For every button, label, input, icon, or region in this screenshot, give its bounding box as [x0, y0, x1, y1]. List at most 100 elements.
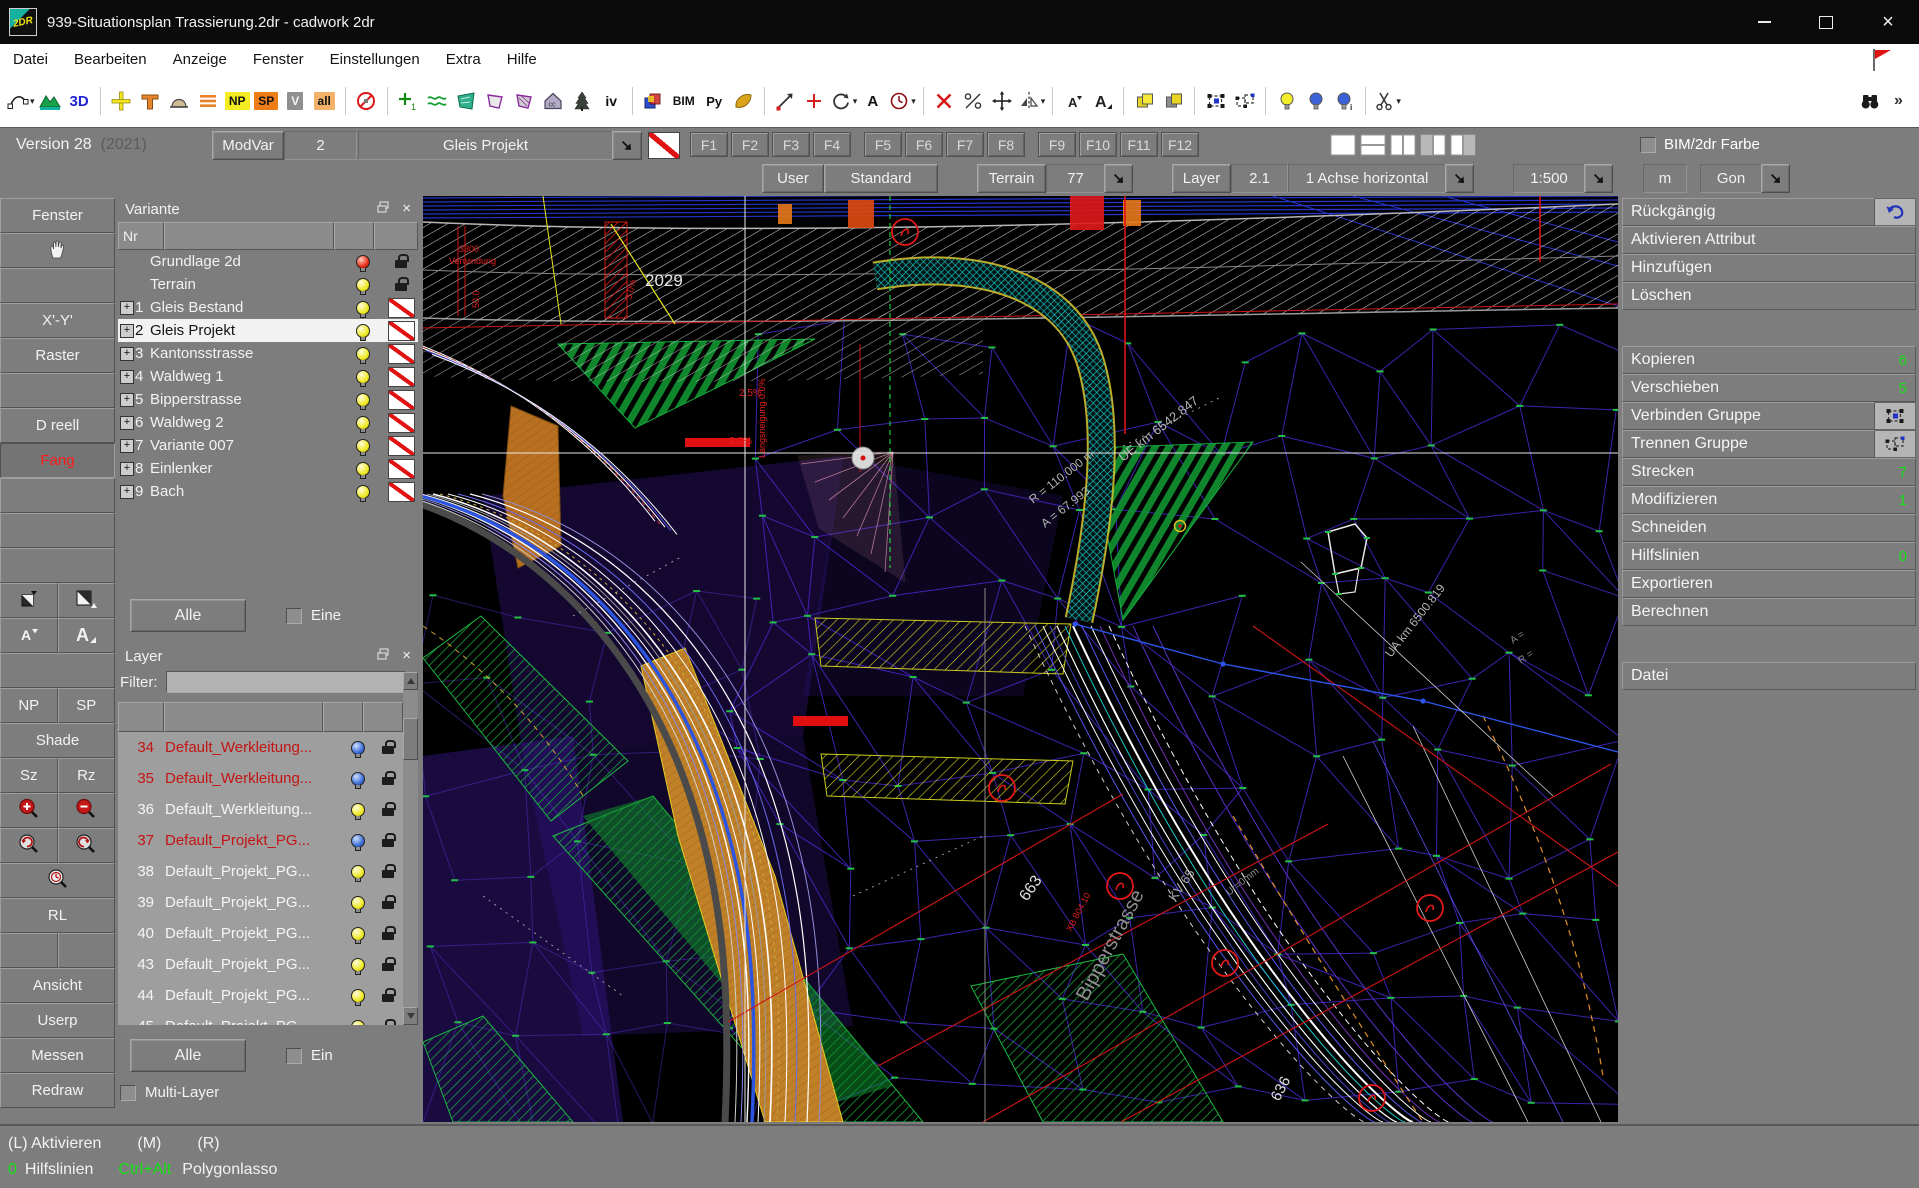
layer-row[interactable]: 38 Default_Projekt_PG...	[118, 856, 418, 887]
tunnel-icon[interactable]	[166, 85, 193, 117]
variante-row[interactable]: + 5 Bipperstrasse	[118, 388, 418, 411]
visibility-bulb-icon[interactable]	[351, 958, 365, 972]
modvar-number-field[interactable]: 2	[284, 131, 357, 160]
layer-row[interactable]: 45 Default_Projekt_PG...	[118, 1011, 418, 1025]
user-button[interactable]: User	[762, 164, 824, 193]
lock-icon[interactable]	[382, 870, 394, 878]
axis-icon[interactable]	[108, 85, 135, 117]
lock-icon[interactable]	[382, 932, 394, 940]
invert-small-icon[interactable]	[0, 583, 58, 618]
more-tools-icon[interactable]: »	[1885, 85, 1912, 117]
np-badge-icon[interactable]: NP	[224, 85, 251, 117]
rz-button[interactable]: Rz	[58, 758, 116, 793]
visibility-bulb-icon[interactable]	[351, 989, 365, 1003]
scroll-up-icon[interactable]	[403, 672, 418, 690]
python-icon[interactable]: Py	[701, 85, 728, 117]
sp-badge-icon[interactable]: SP	[253, 85, 280, 117]
lock-icon[interactable]	[395, 283, 407, 291]
variante-alle-button[interactable]: Alle	[130, 599, 246, 632]
terrain-value-field[interactable]: 77	[1046, 164, 1105, 193]
blank-button[interactable]	[0, 653, 115, 688]
terrain-icon[interactable]	[37, 85, 64, 117]
search-binoculars-icon[interactable]	[1856, 85, 1883, 117]
scale-icon[interactable]	[960, 85, 987, 117]
lock-icon[interactable]	[382, 963, 394, 971]
cad-drawing[interactable]: 20293300Verwindung50.03.0%2.5%- 3.0%Läng…	[423, 196, 1618, 1122]
strecken-button[interactable]: Strecken 7	[1622, 458, 1916, 486]
modvar-dropdown-button[interactable]	[612, 131, 642, 160]
variante-row[interactable]: + 4 Waldweg 1	[118, 365, 418, 388]
modifizieren-button[interactable]: Modifizieren 1	[1622, 486, 1916, 514]
hilfslinien-button[interactable]: Hilfslinien 0	[1622, 542, 1916, 570]
visibility-bulb-icon[interactable]	[351, 834, 365, 848]
visibility-bulb-icon[interactable]	[356, 255, 370, 269]
variant-color-swatch[interactable]	[388, 367, 415, 387]
variant-color-swatch[interactable]	[388, 459, 415, 479]
pan-hand-icon[interactable]	[0, 233, 115, 268]
cube-icon[interactable]	[640, 85, 667, 117]
zoom-next-icon[interactable]	[58, 828, 116, 863]
view-3d-icon[interactable]: 3D	[66, 85, 93, 117]
float-panel-icon[interactable]	[376, 200, 390, 218]
variant-color-swatch[interactable]	[388, 344, 415, 364]
lock-icon[interactable]	[382, 839, 394, 847]
scrollbar-thumb[interactable]	[403, 718, 418, 760]
rotate-icon[interactable]: ▾	[830, 85, 858, 117]
blank-button[interactable]	[0, 933, 58, 968]
ein-checkbox[interactable]	[286, 1048, 302, 1064]
visibility-bulb-icon[interactable]	[356, 370, 370, 384]
layer-scrollbar[interactable]	[403, 672, 418, 1025]
zoom-history-icon[interactable]	[0, 863, 115, 898]
kopieren-button[interactable]: Kopieren 6	[1622, 346, 1916, 374]
variant-color-swatch[interactable]	[388, 482, 415, 502]
blank-button[interactable]	[0, 548, 115, 583]
visibility-bulb-icon[interactable]	[351, 741, 365, 755]
hinzufuegen-button[interactable]: Hinzufügen	[1622, 254, 1916, 282]
layer-row[interactable]: 35 Default_Werkleitung...	[118, 763, 418, 794]
cut-icon[interactable]: ▾	[1373, 85, 1401, 117]
visibility-bulb-icon[interactable]	[356, 416, 370, 430]
layer-row[interactable]: 34 Default_Werkleitung...	[118, 732, 418, 763]
shade-button[interactable]: Shade	[0, 723, 115, 758]
visibility-bulb-icon[interactable]	[356, 439, 370, 453]
fkey-button[interactable]: F11	[1120, 132, 1158, 157]
layer-row[interactable]: 40 Default_Projekt_PG...	[118, 918, 418, 949]
scale-dropdown-button[interactable]	[1584, 164, 1613, 193]
sz-button[interactable]: Sz	[0, 758, 58, 793]
v-badge-icon[interactable]: V	[282, 85, 309, 117]
aktivieren-attribut-button[interactable]: Aktivieren Attribut	[1622, 226, 1916, 254]
scale-field[interactable]: 1:500	[1513, 164, 1585, 193]
filter-input[interactable]	[166, 671, 406, 693]
visibility-bulb-icon[interactable]	[356, 278, 370, 292]
visibility-bulb-icon[interactable]	[351, 772, 365, 786]
expand-icon[interactable]: +	[120, 393, 134, 407]
lock-icon[interactable]	[382, 746, 394, 754]
polygon-icon[interactable]	[482, 85, 509, 117]
delete-icon[interactable]	[931, 85, 958, 117]
layer-alle-button[interactable]: Alle	[130, 1039, 246, 1072]
ungroup-icon[interactable]	[1231, 85, 1258, 117]
expand-icon[interactable]: +	[120, 370, 134, 384]
angle-dropdown-button[interactable]	[1761, 164, 1790, 193]
visibility-bulb-icon[interactable]	[356, 393, 370, 407]
variante-row[interactable]: + 1 Gleis Bestand	[118, 296, 418, 319]
variant-color-swatch[interactable]	[388, 321, 415, 341]
expand-icon[interactable]: +	[120, 439, 134, 453]
variant-color-swatch[interactable]	[388, 298, 415, 318]
variante-row[interactable]: + 2 Gleis Projekt	[118, 319, 418, 342]
text-smaller-icon[interactable]: A	[0, 618, 58, 653]
fkey-button[interactable]: F10	[1079, 132, 1117, 157]
angle-field[interactable]: Gon	[1700, 164, 1762, 193]
zoom-out-icon[interactable]	[58, 793, 116, 828]
expand-icon[interactable]: +	[120, 485, 134, 499]
surface-icon[interactable]	[453, 85, 480, 117]
raster-button[interactable]: Raster	[0, 338, 115, 373]
datei-button[interactable]: Datei	[1622, 662, 1916, 690]
fkey-button[interactable]: F1	[690, 132, 728, 157]
lock-icon[interactable]	[382, 808, 394, 816]
blank-button[interactable]	[0, 513, 115, 548]
variante-row[interactable]: Terrain	[118, 273, 418, 296]
no-snap-icon[interactable]	[353, 85, 380, 117]
menu-item[interactable]: Anzeige	[160, 51, 240, 68]
fkey-button[interactable]: F6	[905, 132, 943, 157]
